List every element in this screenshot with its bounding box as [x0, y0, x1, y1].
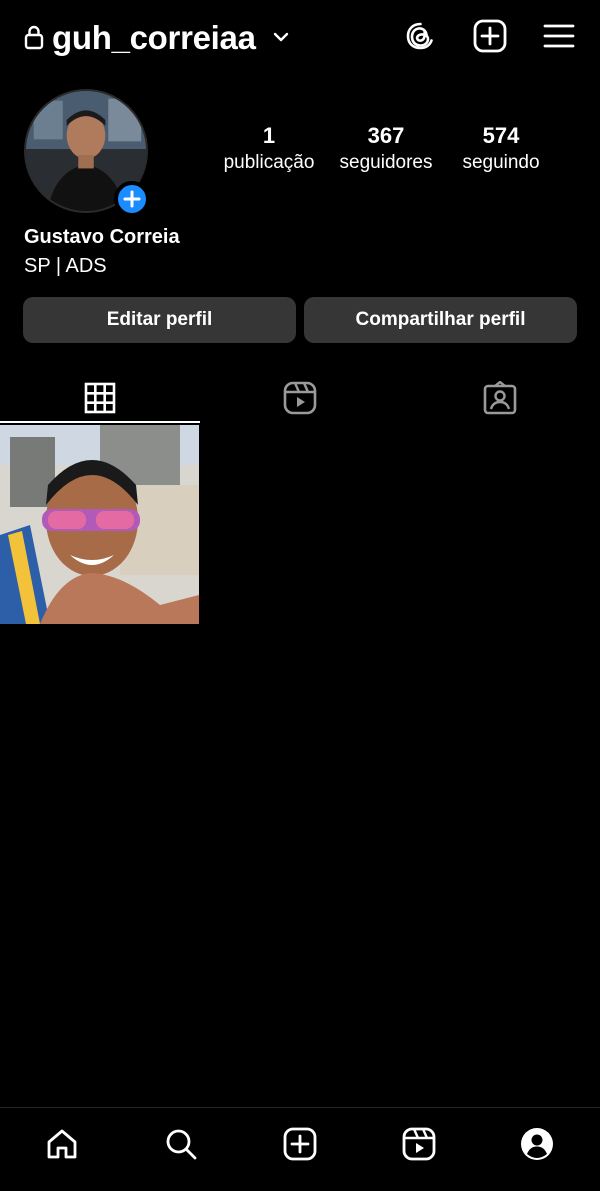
followers-label: seguidores	[339, 152, 433, 173]
tab-tagged[interactable]	[400, 372, 600, 424]
menu-icon[interactable]	[541, 18, 577, 54]
chevron-down-icon[interactable]	[270, 26, 292, 48]
followers-stat[interactable]: 367 seguidores	[330, 122, 442, 176]
grid-icon	[84, 382, 116, 414]
reels-icon	[283, 381, 317, 415]
bottom-nav	[0, 1107, 600, 1191]
display-name: Gustavo Correia	[24, 226, 180, 248]
bio: SP | ADS	[24, 255, 107, 277]
create-post-icon[interactable]	[472, 18, 508, 54]
threads-icon[interactable]	[402, 18, 438, 54]
posts-label: publicação	[223, 152, 315, 173]
top-bar: guh_correiaa	[0, 0, 600, 76]
search-icon[interactable]	[163, 1126, 199, 1162]
following-count: 574	[482, 123, 520, 148]
create-icon[interactable]	[282, 1126, 318, 1162]
posts-count: 1	[262, 123, 276, 148]
followers-count: 367	[367, 123, 405, 148]
profile-icon[interactable]	[519, 1126, 555, 1162]
active-tab-indicator	[0, 421, 200, 423]
post-photo	[0, 425, 199, 624]
home-icon[interactable]	[44, 1126, 80, 1162]
reels-nav-icon[interactable]	[401, 1126, 437, 1162]
tab-reels[interactable]	[200, 372, 400, 424]
tagged-icon	[483, 381, 517, 415]
add-story-button[interactable]	[114, 181, 150, 217]
edit-profile-button[interactable]: Editar perfil	[23, 297, 296, 343]
plus-icon	[123, 190, 141, 208]
profile-page: guh_correiaa 1 publicação 367 seguidores…	[0, 0, 600, 1191]
post-thumbnail[interactable]	[0, 425, 199, 624]
posts-stat[interactable]: 1 publicação	[214, 122, 324, 176]
lock-icon	[24, 25, 44, 50]
following-stat[interactable]: 574 seguindo	[452, 122, 550, 176]
username[interactable]: guh_correiaa	[52, 16, 256, 60]
tab-grid[interactable]	[0, 372, 200, 424]
following-label: seguindo	[462, 152, 540, 173]
share-profile-button[interactable]: Compartilhar perfil	[304, 297, 577, 343]
